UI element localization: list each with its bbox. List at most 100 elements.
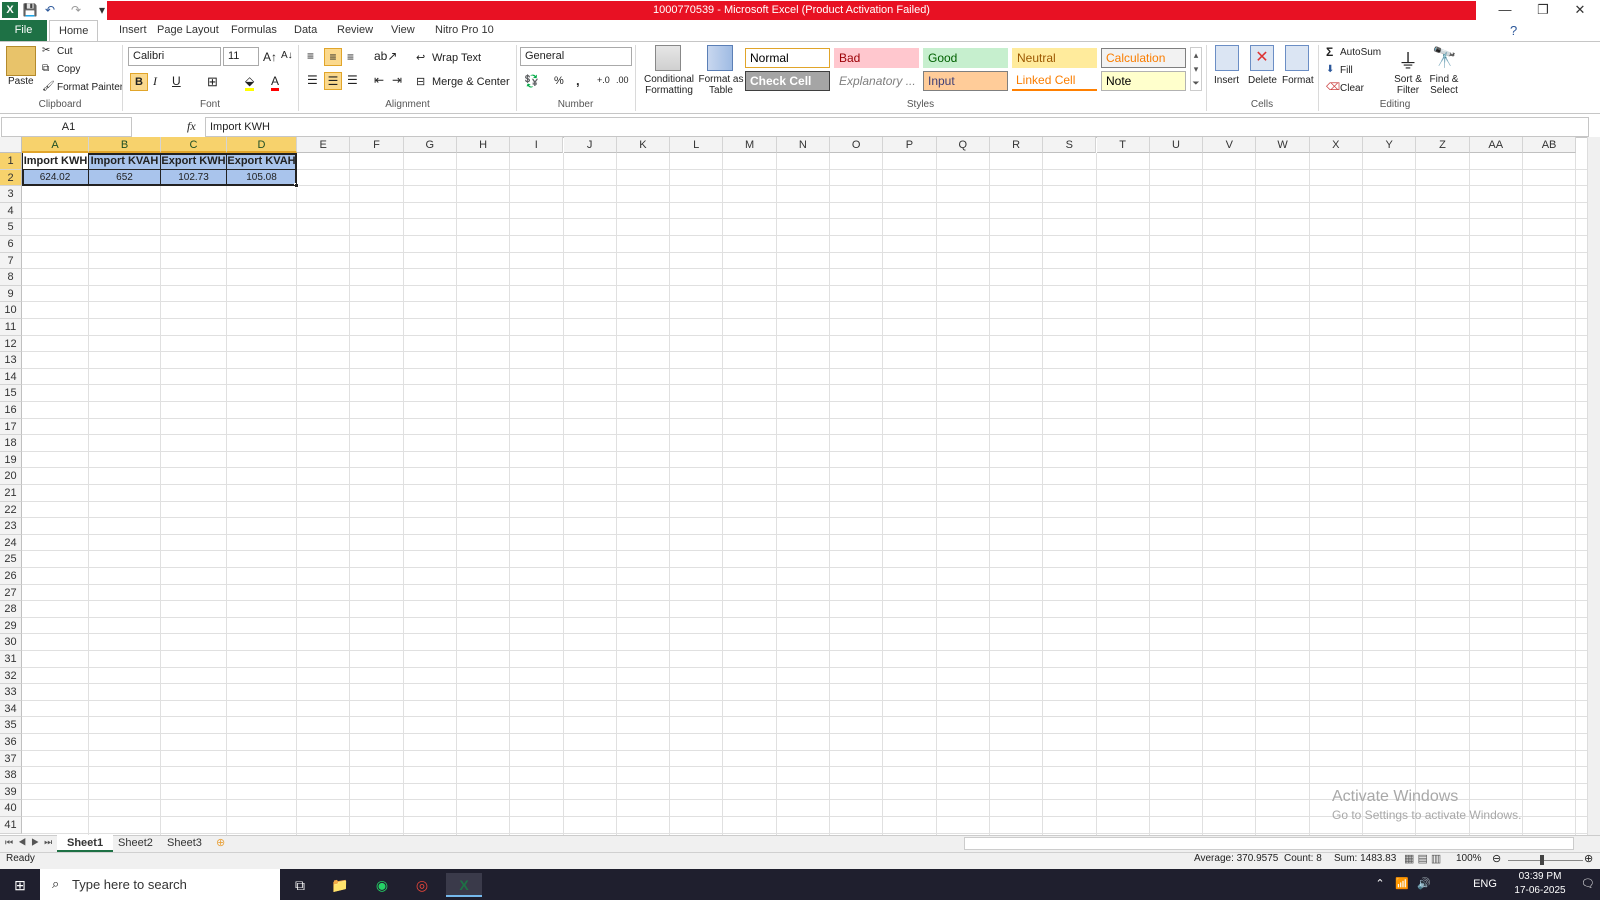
- column-header-r[interactable]: R: [989, 137, 1044, 153]
- clear-icon[interactable]: ⌫: [1326, 82, 1340, 93]
- wrap-text-button[interactable]: Wrap Text: [432, 52, 481, 64]
- cut-button[interactable]: Cut: [57, 46, 73, 57]
- bold-button[interactable]: B: [130, 73, 148, 91]
- notifications-icon[interactable]: 🗨: [1578, 869, 1598, 900]
- row-header-24[interactable]: 24: [0, 534, 22, 552]
- row-header-9[interactable]: 9: [0, 285, 22, 303]
- taskbar-search[interactable]: ⌕ Type here to search: [40, 869, 280, 900]
- orientation-icon[interactable]: ab↗: [374, 49, 397, 63]
- align-center-icon[interactable]: ☰: [324, 72, 342, 90]
- start-icon[interactable]: ⊞: [2, 873, 38, 897]
- row-header-38[interactable]: 38: [0, 767, 22, 784]
- format-painter-button[interactable]: Format Painter: [57, 82, 123, 93]
- decrease-decimal-icon[interactable]: .00: [616, 75, 629, 85]
- format-cells-icon[interactable]: [1285, 45, 1309, 71]
- cell-b1[interactable]: Import KVAH: [89, 153, 161, 170]
- fill-color-icon[interactable]: ⬙: [245, 74, 255, 91]
- row-header-5[interactable]: 5: [0, 219, 22, 236]
- column-header-t[interactable]: T: [1096, 137, 1150, 153]
- help-icon[interactable]: ?: [1510, 23, 1517, 38]
- tray-overflow-icon[interactable]: ⌃: [1370, 869, 1390, 900]
- conditional-formatting-icon[interactable]: [655, 45, 681, 71]
- row-header-21[interactable]: 21: [0, 485, 22, 502]
- find-select-button[interactable]: Find & Select: [1424, 74, 1464, 96]
- style-check-cell[interactable]: Check Cell: [745, 71, 830, 91]
- tab-home[interactable]: Home: [49, 20, 99, 42]
- align-left-icon[interactable]: ☰: [307, 73, 318, 87]
- row-header-4[interactable]: 4: [0, 202, 22, 220]
- column-header-x[interactable]: X: [1309, 137, 1363, 153]
- row-header-34[interactable]: 34: [0, 700, 22, 718]
- minimize-button[interactable]: —: [1486, 0, 1524, 20]
- comma-button[interactable]: ,: [576, 73, 580, 88]
- format-painter-icon[interactable]: 🖌: [42, 81, 55, 92]
- row-header-36[interactable]: 36: [0, 734, 22, 751]
- sheet-nav-arrows-icon[interactable]: ⏮◀▶⏭: [5, 837, 57, 848]
- format-cells-button[interactable]: Format: [1282, 75, 1314, 86]
- column-header-l[interactable]: L: [670, 137, 724, 153]
- style-explanatory[interactable]: Explanatory ...: [834, 71, 919, 91]
- row-header-10[interactable]: 10: [0, 302, 22, 319]
- delete-cells-button[interactable]: Delete: [1248, 75, 1277, 86]
- row-header-16[interactable]: 16: [0, 402, 22, 419]
- chrome-icon[interactable]: ◎: [404, 873, 440, 897]
- whatsapp-icon[interactable]: ◉: [364, 873, 400, 897]
- column-header-d[interactable]: D: [227, 137, 297, 153]
- row-header-27[interactable]: 27: [0, 584, 22, 602]
- insert-cells-button[interactable]: Insert: [1214, 75, 1239, 86]
- tab-data[interactable]: Data: [285, 20, 326, 41]
- increase-indent-icon[interactable]: ⇥: [392, 73, 402, 87]
- cell-b2[interactable]: 652: [89, 169, 161, 187]
- paste-button[interactable]: Paste: [8, 76, 34, 87]
- tray-network-icon[interactable]: 📶: [1392, 869, 1412, 900]
- column-header-p[interactable]: P: [883, 137, 937, 153]
- align-bottom-icon[interactable]: ≡: [347, 50, 354, 64]
- style-good[interactable]: Good: [923, 48, 1008, 68]
- row-header-25[interactable]: 25: [0, 551, 22, 568]
- row-header-28[interactable]: 28: [0, 601, 22, 618]
- cell-c1[interactable]: Export KWH: [161, 153, 227, 170]
- column-header-u[interactable]: U: [1149, 137, 1204, 153]
- copy-button[interactable]: Copy: [57, 64, 80, 75]
- column-header-a[interactable]: A: [22, 137, 89, 153]
- row-header-6[interactable]: 6: [0, 236, 22, 253]
- align-right-icon[interactable]: ☰: [347, 73, 358, 87]
- column-header-s[interactable]: S: [1043, 137, 1097, 153]
- column-header-f[interactable]: F: [350, 137, 404, 153]
- row-header-30[interactable]: 30: [0, 634, 22, 651]
- merge-center-icon[interactable]: ⊟: [416, 75, 425, 88]
- row-header-32[interactable]: 32: [0, 667, 22, 685]
- row-header-3[interactable]: 3: [0, 186, 22, 203]
- format-as-table-button[interactable]: Format as Table: [697, 74, 745, 96]
- sheet-tab-3[interactable]: Sheet3: [157, 835, 212, 852]
- tab-review[interactable]: Review: [328, 20, 382, 41]
- tab-nitro[interactable]: Nitro Pro 10: [426, 20, 503, 41]
- tab-page-layout[interactable]: Page Layout: [148, 20, 228, 41]
- insert-function-icon[interactable]: fx: [187, 119, 196, 134]
- column-header-o[interactable]: O: [830, 137, 884, 153]
- name-box[interactable]: A1: [1, 117, 132, 137]
- select-all-button[interactable]: [0, 137, 22, 153]
- column-header-i[interactable]: I: [510, 137, 564, 153]
- column-header-c[interactable]: C: [161, 137, 227, 153]
- font-color-icon[interactable]: A: [271, 74, 280, 91]
- column-header-k[interactable]: K: [616, 137, 671, 153]
- column-header-v[interactable]: V: [1203, 137, 1257, 153]
- row-header-19[interactable]: 19: [0, 451, 22, 469]
- row-header-15[interactable]: 15: [0, 385, 22, 402]
- row-header-8[interactable]: 8: [0, 269, 22, 286]
- view-buttons-icon[interactable]: ▦ ▤ ▥: [1404, 852, 1441, 865]
- shrink-font-icon[interactable]: A↓: [281, 50, 293, 61]
- column-header-g[interactable]: G: [403, 137, 457, 153]
- align-top-icon[interactable]: ≡: [307, 49, 314, 63]
- grow-font-icon[interactable]: A↑: [263, 50, 277, 64]
- row-header-33[interactable]: 33: [0, 684, 22, 701]
- wrap-text-icon[interactable]: ↩: [416, 51, 425, 64]
- cut-icon[interactable]: ✂: [42, 45, 50, 56]
- worksheet-grid[interactable]: A B C D E F G H I J K L M N O P Q R S T U V W X Y Z AA AB 123456789…: [0, 137, 1587, 835]
- tab-file[interactable]: File: [0, 20, 47, 41]
- increase-decimal-icon[interactable]: +.0: [597, 75, 610, 85]
- row-header-7[interactable]: 7: [0, 252, 22, 270]
- copy-icon[interactable]: ⧉: [42, 63, 49, 74]
- percent-button[interactable]: %: [554, 75, 564, 87]
